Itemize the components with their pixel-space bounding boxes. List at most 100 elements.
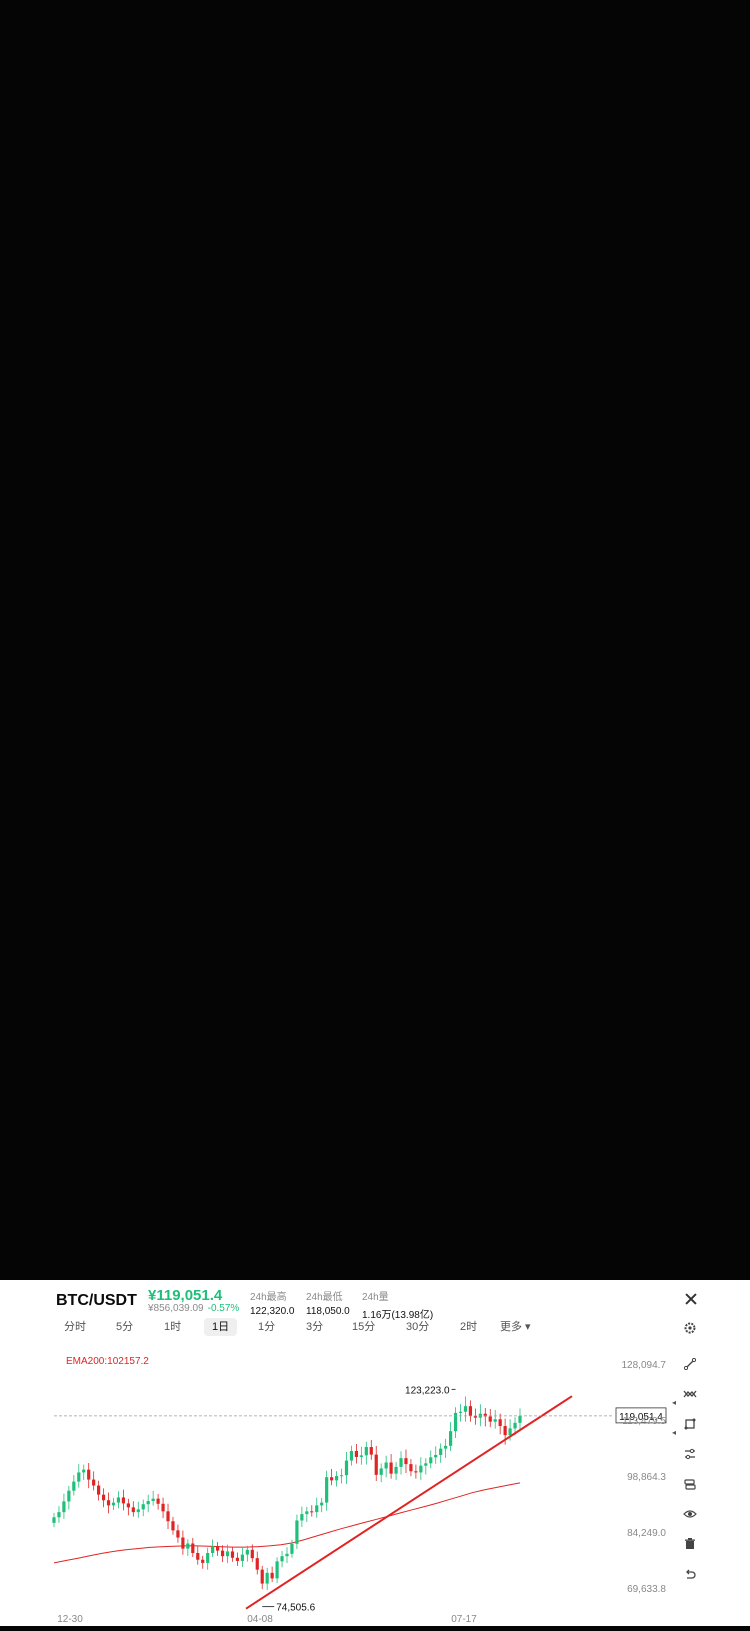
x-tick-label: 07-17: [451, 1614, 477, 1625]
candle-body: [191, 1543, 195, 1554]
candle-body: [136, 1509, 140, 1513]
candle-body: [315, 1505, 319, 1513]
tab-timeshare[interactable]: 分时: [56, 1318, 94, 1336]
y-tick-label: 69,633.8: [627, 1584, 666, 1595]
x-tick-label: 04-08: [247, 1614, 273, 1625]
candle-body: [285, 1553, 289, 1557]
candle-body: [434, 1454, 438, 1458]
candle-body: [394, 1466, 398, 1474]
candle-body: [354, 1451, 359, 1457]
candle-body: [72, 1481, 76, 1491]
candle-body: [364, 1447, 368, 1456]
candle-body: [404, 1458, 408, 1465]
tab-1d[interactable]: 1日: [204, 1318, 238, 1336]
stat-24h-high: 24h最高 122,320.0: [250, 1288, 295, 1317]
candle-body: [106, 1500, 111, 1506]
candle-body: [448, 1431, 453, 1446]
candle-body: [77, 1472, 81, 1482]
trend-line[interactable]: [245, 1395, 573, 1610]
y-tick-label: 98,864.3: [627, 1472, 666, 1483]
stat-label: 24h量: [362, 1292, 389, 1303]
candle-body: [290, 1543, 294, 1554]
stat-value: 122,320.0: [250, 1306, 295, 1317]
tab-1m[interactable]: 1分: [250, 1318, 283, 1336]
candle-body: [131, 1507, 135, 1513]
blank-screen-area: [0, 0, 750, 1280]
candle-body: [225, 1551, 230, 1557]
stat-24h-low: 24h最低 118,050.0: [306, 1288, 350, 1317]
candle-body: [424, 1463, 428, 1466]
candle-body: [220, 1550, 225, 1557]
candle-body: [87, 1469, 91, 1480]
candle-body: [250, 1549, 254, 1559]
close-icon[interactable]: [684, 1292, 698, 1306]
candle-body: [463, 1406, 468, 1412]
y-tick-label: 84,249.0: [627, 1528, 666, 1539]
candle-body: [280, 1556, 284, 1562]
candle-body: [186, 1543, 190, 1549]
candle-body: [240, 1554, 244, 1561]
ema-indicator-label: EMA200:102157.2: [66, 1356, 149, 1367]
price-change: -0.57%: [207, 1303, 240, 1314]
candle-body: [344, 1460, 349, 1476]
candle-body: [151, 1498, 155, 1502]
stat-24h-volume: 24h量 1.16万(13.98亿): [362, 1288, 433, 1321]
tab-5m[interactable]: 5分: [108, 1318, 141, 1336]
candle-body: [399, 1458, 403, 1467]
gear-icon[interactable]: [680, 1318, 700, 1338]
tab-3m[interactable]: 3分: [298, 1318, 331, 1336]
candle-body: [325, 1477, 329, 1503]
candle-body: [518, 1415, 522, 1423]
last-price: ¥119,051.4: [148, 1287, 223, 1304]
candle-body: [310, 1511, 314, 1513]
candle-body: [389, 1462, 393, 1474]
candle-body: [67, 1490, 71, 1502]
tab-1h[interactable]: 1时: [156, 1318, 189, 1336]
candle-body: [359, 1455, 363, 1457]
x-tick-label: 12-30: [57, 1614, 83, 1625]
candle-body: [62, 1501, 66, 1513]
low-price-label: 74,505.6: [276, 1603, 315, 1614]
candle-body: [379, 1468, 383, 1475]
candle-body: [429, 1457, 433, 1464]
candle-body: [384, 1462, 388, 1469]
tab-more[interactable]: 更多 ▾: [492, 1318, 539, 1336]
tab-2h[interactable]: 2时: [452, 1318, 485, 1336]
candle-body: [121, 1497, 126, 1504]
candle-body: [409, 1464, 413, 1472]
candle-body: [201, 1559, 205, 1563]
candle-body: [369, 1447, 373, 1455]
candle-body: [265, 1572, 269, 1584]
candle-body: [419, 1465, 423, 1473]
stat-label: 24h最高: [250, 1292, 287, 1303]
candle-body: [444, 1445, 448, 1449]
candle-body: [235, 1557, 240, 1561]
candle-body: [334, 1476, 339, 1481]
tab-15m[interactable]: 15分: [344, 1318, 383, 1336]
candle-body: [206, 1553, 210, 1563]
candle-body: [275, 1561, 279, 1579]
candle-body: [181, 1537, 185, 1549]
candle-body: [508, 1428, 512, 1436]
candle-body: [230, 1551, 235, 1558]
candle-body: [245, 1549, 249, 1555]
candle-body: [156, 1498, 160, 1504]
price-chart[interactable]: 119,051.4 123,223.0 74,505.6 EMA200:102157…: [0, 1350, 750, 1626]
candlestick-chart[interactable]: 119,051.4123,223.074,505.6 EMA200:102157…: [0, 1350, 750, 1626]
candle-body: [414, 1471, 418, 1473]
candle-body: [211, 1546, 215, 1554]
candle-body: [468, 1406, 473, 1417]
candle-body: [320, 1502, 324, 1506]
converted-price-value: ¥856,039.09: [148, 1303, 204, 1314]
trading-pair-title[interactable]: BTC/USDT: [56, 1292, 137, 1310]
candle-body: [270, 1572, 274, 1579]
candle-body: [92, 1479, 96, 1486]
candle-body: [176, 1530, 180, 1538]
candle-body: [141, 1504, 145, 1510]
tab-30m[interactable]: 30分: [398, 1318, 437, 1336]
converted-price: ¥856,039.09 -0.57%: [148, 1303, 239, 1314]
candle-body: [255, 1558, 259, 1570]
candle-body: [101, 1494, 106, 1501]
high-price-label: 123,223.0: [405, 1385, 450, 1396]
candle-body: [295, 1520, 299, 1544]
